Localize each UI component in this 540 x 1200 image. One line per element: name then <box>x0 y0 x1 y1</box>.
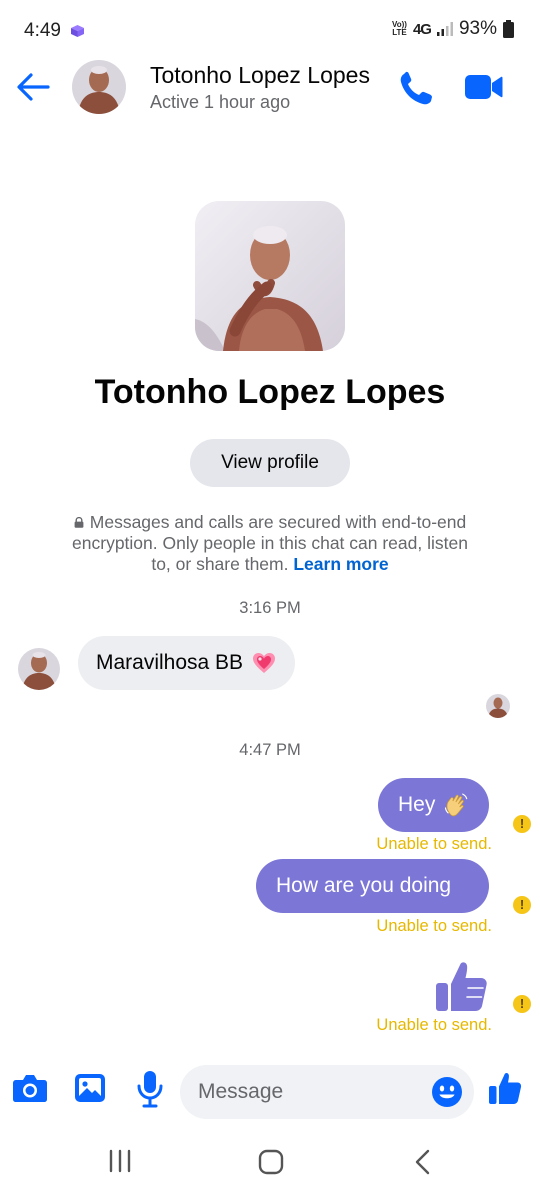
chat-header: Totonho Lopez Lopes Active 1 hour ago <box>0 58 540 120</box>
send-error-icon[interactable]: ! <box>513 896 531 914</box>
seen-receipt-avatar <box>486 694 510 718</box>
sender-avatar-photo <box>18 648 60 690</box>
lock-icon <box>74 517 84 528</box>
contact-avatar[interactable] <box>72 60 126 114</box>
send-error-icon[interactable]: ! <box>513 815 531 833</box>
system-navigation-bar <box>0 1130 540 1200</box>
sender-avatar[interactable] <box>18 648 60 690</box>
gallery-image-icon[interactable] <box>74 1072 106 1104</box>
thumbs-up-send-icon[interactable] <box>487 1070 523 1106</box>
incoming-message-text: Maravilhosa BB <box>96 651 244 674</box>
learn-more-link[interactable]: Learn more <box>293 554 388 574</box>
send-error-text: Unable to send. <box>376 835 492 853</box>
profile-photo-image <box>195 201 345 351</box>
sent-thumbs-up-icon[interactable] <box>432 957 490 1015</box>
encryption-notice-text: Messages and calls are secured with end-… <box>72 512 468 574</box>
outgoing-message-bubble[interactable]: Hey <box>378 778 489 832</box>
messenger-chat-screen: 4:49 Vo)) LTE 4G 93% Totonho Lopez Lopes… <box>0 0 540 1200</box>
timestamp-divider: 4:47 PM <box>239 741 301 759</box>
encryption-notice: Messages and calls are secured with end-… <box>60 512 480 575</box>
battery-percent: 93% <box>458 18 497 39</box>
view-profile-button[interactable]: View profile <box>190 439 350 487</box>
outgoing-message-text: Hey <box>398 793 436 816</box>
outgoing-message-bubble[interactable]: How are you doing <box>256 859 489 913</box>
battery-icon <box>503 20 514 38</box>
app-notification-icon <box>71 25 84 37</box>
network-type: 4G <box>412 20 432 38</box>
profile-name: Totonho Lopez Lopes <box>94 373 446 411</box>
status-indicators: Vo)) LTE 4G 93% <box>392 18 514 40</box>
home-icon[interactable] <box>257 1148 285 1176</box>
status-time: 4:49 <box>24 20 61 41</box>
status-bar: 4:49 Vo)) LTE 4G 93% <box>0 0 540 58</box>
profile-photo[interactable] <box>195 201 345 351</box>
outgoing-message-text: How are you doing <box>276 874 452 897</box>
emoji-smiley-icon[interactable] <box>431 1076 463 1108</box>
send-error-icon[interactable]: ! <box>513 995 531 1013</box>
signal-icon <box>436 22 453 36</box>
back-nav-icon[interactable] <box>410 1148 436 1176</box>
sparkling-heart-icon <box>253 653 276 673</box>
timestamp-divider: 3:16 PM <box>239 599 301 617</box>
phone-icon[interactable] <box>396 68 438 108</box>
back-arrow-icon[interactable] <box>14 70 52 104</box>
volte-bottom-text: LTE <box>392 28 407 37</box>
waving-hand-icon <box>445 793 468 817</box>
microphone-icon[interactable] <box>136 1070 164 1108</box>
volte-indicator: Vo)) LTE <box>392 21 407 37</box>
send-error-text: Unable to send. <box>376 917 492 935</box>
send-error-text: Unable to send. <box>376 1016 492 1034</box>
contact-name[interactable]: Totonho Lopez Lopes <box>150 62 372 89</box>
seen-avatar-photo <box>486 694 510 718</box>
video-camera-icon[interactable] <box>462 70 504 104</box>
active-status: Active 1 hour ago <box>150 92 291 112</box>
avatar-photo <box>72 60 126 114</box>
message-input-container <box>180 1065 474 1119</box>
camera-icon[interactable] <box>12 1072 48 1104</box>
message-composer <box>0 1060 540 1122</box>
recent-apps-icon[interactable] <box>107 1148 133 1174</box>
incoming-message-bubble[interactable]: Maravilhosa BB <box>78 636 296 690</box>
message-input[interactable] <box>198 1065 418 1119</box>
